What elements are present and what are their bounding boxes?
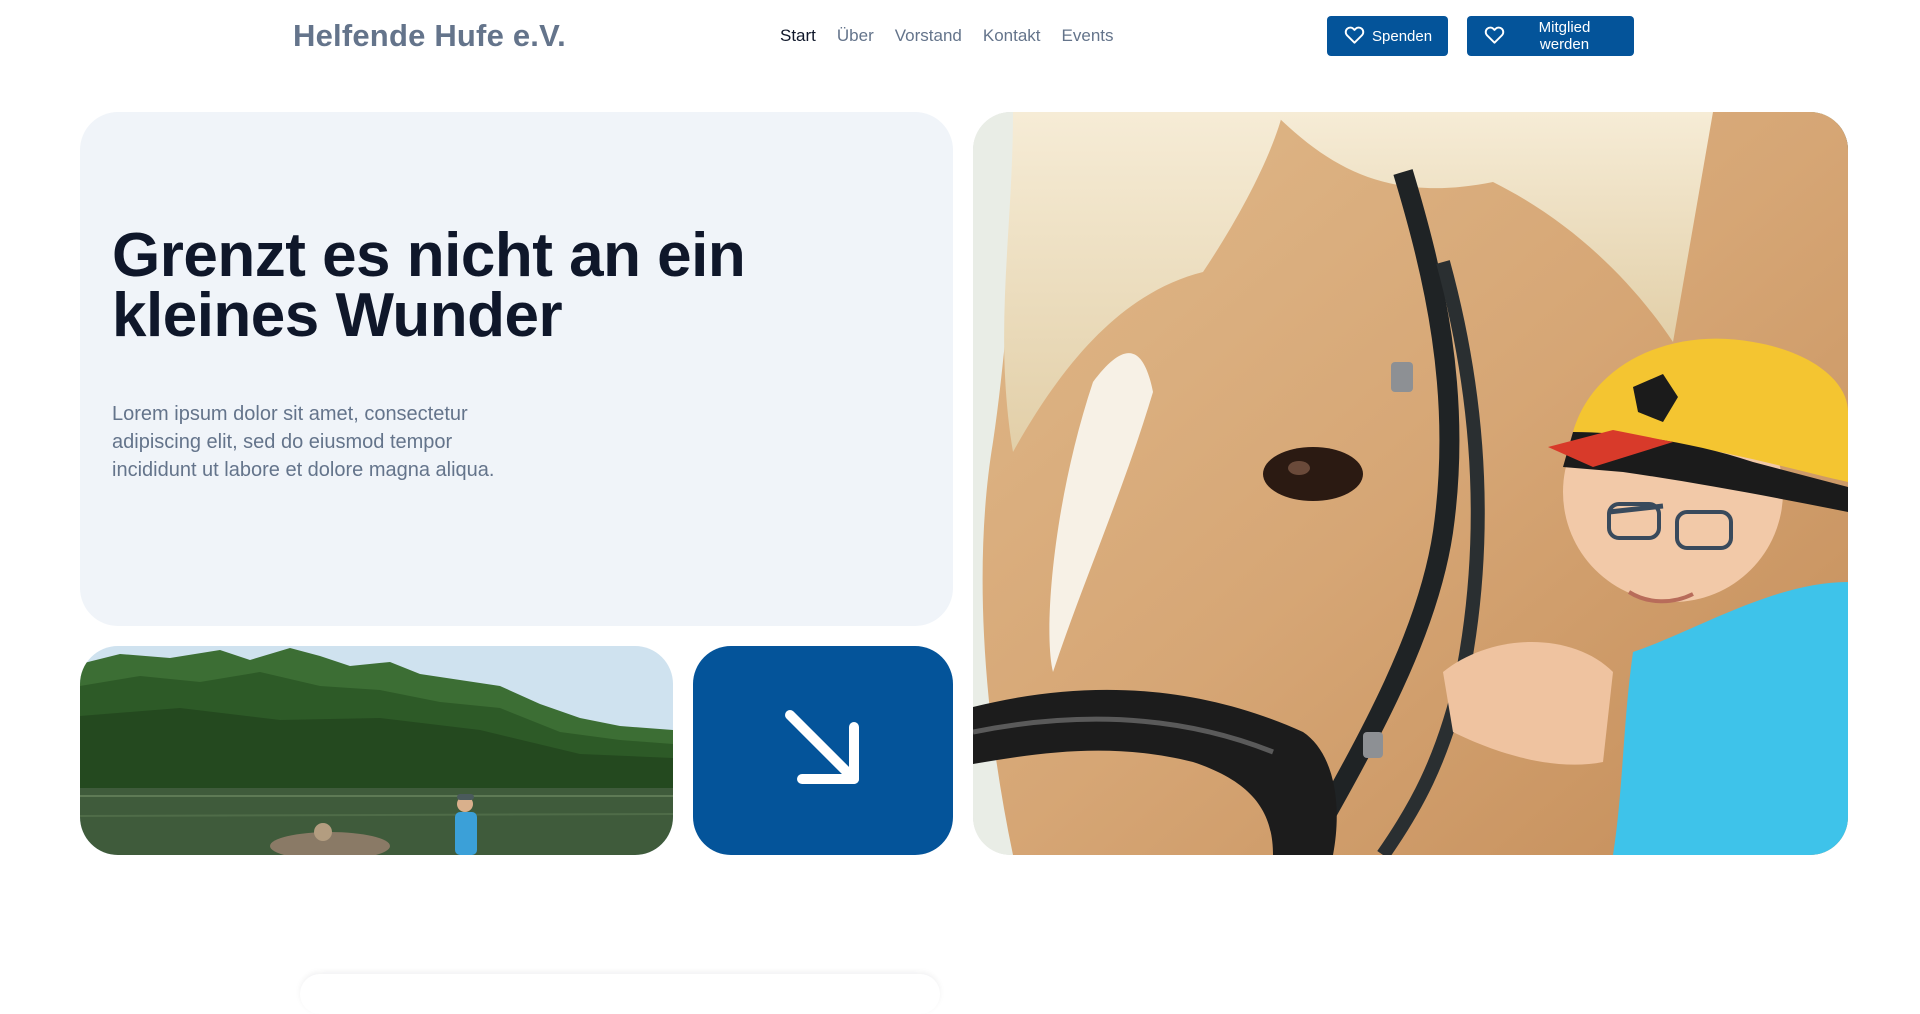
nav-item-vorstand[interactable]: Vorstand — [895, 26, 962, 46]
header-actions: Spenden Mitglied werden — [1327, 16, 1634, 56]
scroll-arrow-card[interactable] — [693, 646, 953, 855]
hero-title: Grenzt es nicht an ein kleines Wunder — [112, 221, 746, 350]
become-member-button-label: Mitglied werden — [1538, 19, 1591, 53]
nav-item-start[interactable]: Start — [780, 26, 816, 46]
horse-and-boy-photo — [973, 112, 1848, 855]
donate-button[interactable]: Spenden — [1327, 16, 1448, 56]
lake-ride-photo — [80, 646, 673, 855]
become-member-button[interactable]: Mitglied werden — [1467, 16, 1634, 56]
heart-icon — [1343, 23, 1366, 50]
nav-item-kontakt[interactable]: Kontakt — [983, 26, 1041, 46]
arrow-down-right-icon — [782, 707, 864, 794]
site-header: Helfende Hufe e.V. Start Über Vorstand K… — [0, 0, 1920, 72]
main-nav: Start Über Vorstand Kontakt Events — [780, 26, 1114, 46]
nav-item-ueber[interactable]: Über — [837, 26, 874, 46]
next-section-card — [300, 974, 940, 1014]
nav-item-events[interactable]: Events — [1062, 26, 1114, 46]
heart-icon — [1483, 23, 1506, 50]
site-logo[interactable]: Helfende Hufe e.V. — [293, 18, 566, 54]
hero-card: Grenzt es nicht an ein kleines Wunder Lo… — [80, 112, 953, 626]
donate-button-label: Spenden — [1372, 27, 1433, 45]
hero-text: Lorem ipsum dolor sit amet, consectetur … — [112, 403, 495, 481]
